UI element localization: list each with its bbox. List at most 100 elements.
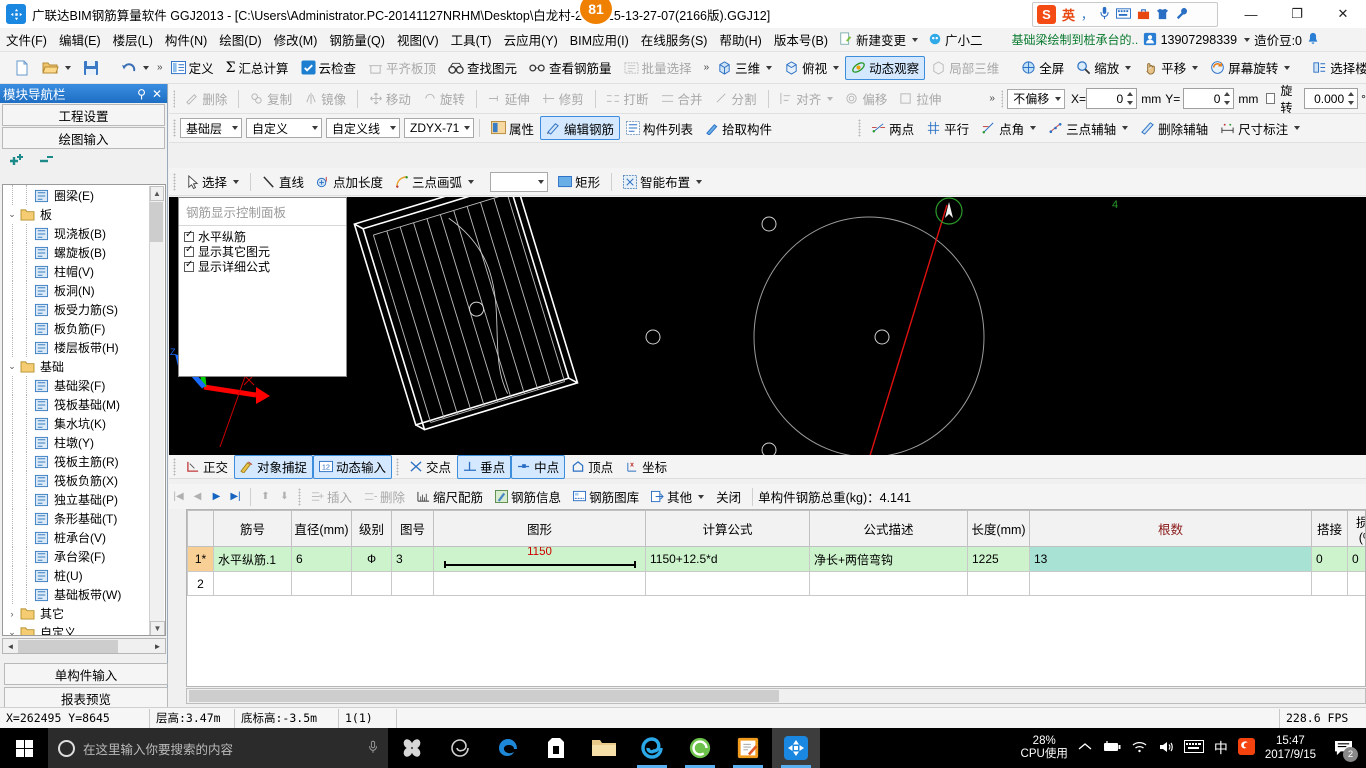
top-view-chevron-down-icon[interactable] [833,65,840,70]
perpendicular-snap-button[interactable]: 垂点 [457,454,512,479]
menu-edit[interactable]: 编辑(E) [53,28,107,51]
dynamic-input-button[interactable]: 12 动态输入 [313,454,393,479]
x-offset-input[interactable]: 0 [1086,88,1138,109]
table-cell-idx[interactable]: 1* [187,546,214,572]
offset-group-grip[interactable] [1000,89,1004,108]
taskbar-app-notepad-edit[interactable] [724,728,772,768]
point-angle-axis-button[interactable]: 点角 [975,116,1042,140]
insert-row-button[interactable]: 插入 [305,485,358,509]
table-header-lap[interactable]: 搭接 [1311,510,1348,547]
smart-layout-button[interactable]: 智能布置 [617,170,708,194]
screen-rotate-button[interactable]: 屏幕旋转 [1204,56,1296,80]
split-button[interactable]: 分割 [709,87,763,111]
table-header-shape[interactable]: 图形 [433,510,646,547]
merge-button[interactable]: 合并 [655,87,709,111]
rotate-input[interactable]: 0.000 [1303,88,1359,109]
point-angle-chevron-down-icon[interactable] [1030,126,1037,130]
bell-icon[interactable] [1306,32,1320,47]
trim-button[interactable]: 修剪 [536,87,590,111]
notification-center-button[interactable]: 2 [1326,728,1360,768]
open-file-button[interactable] [36,56,77,80]
taskbar-clock[interactable]: 15:47 2017/9/15 [1265,734,1316,762]
minimize-button[interactable]: — [1228,0,1274,28]
toolbar-overflow-1[interactable]: » [155,62,165,73]
menu-rebar[interactable]: 钢筋量(Q) [323,28,391,51]
menu-help[interactable]: 帮助(H) [713,28,767,51]
rebar-display-panel[interactable]: 钢筋显示控制面板 水平纵筋 显示其它图元 显示详细公式 [178,197,347,377]
expand-all-icon[interactable] [8,153,28,170]
ime-toolbar[interactable]: S 英 ， [1032,2,1218,27]
checkbox-horizontal-rebar[interactable] [184,229,194,242]
table-header-length[interactable]: 长度(mm) [967,510,1030,547]
tree-node[interactable]: 圈梁(E) [3,186,151,205]
table-header-dia[interactable]: 直径(mm) [291,510,352,547]
move-up-button[interactable]: ⬆ [256,487,275,506]
nav-draw-input-button[interactable]: 绘图输入 [2,127,165,149]
tree-node[interactable]: 承台梁(F) [3,547,151,566]
menu-version[interactable]: 版本号(B) [768,28,834,51]
menu-floor[interactable]: 楼层(L) [107,28,159,51]
pan-chevron-down-icon[interactable] [1192,65,1199,70]
table-cell-loss[interactable]: 0 [1347,546,1365,572]
table-cell-loss[interactable] [1347,571,1365,596]
pan-button[interactable]: 平移 [1137,56,1204,80]
three-point-axis-button[interactable]: 三点辅轴 [1042,116,1134,140]
collapse-all-icon[interactable] [38,153,58,170]
menu-tools[interactable]: 工具(T) [445,28,498,51]
smart-layout-chevron-down-icon[interactable] [696,179,703,184]
tree-node[interactable]: 板负筋(F) [3,319,151,338]
wifi-icon[interactable] [1132,740,1148,756]
toolbar-edit-grip[interactable] [173,89,176,108]
drawing-canvas[interactable]: Z 钢筋显示控制面板 水平纵筋 显示其它图元 [169,197,1366,455]
rotate-button[interactable]: 旋转 [417,87,471,111]
zoom-button[interactable]: 缩放 [1070,56,1137,80]
undo-chevron-down-icon[interactable] [143,65,149,70]
parallel-axis-button[interactable]: 平行 [920,116,975,140]
member-select[interactable]: ZDYX-71 [404,118,474,138]
object-snap-button[interactable]: 对象捕捉 [234,454,314,479]
first-record-button[interactable]: |◀ [169,487,188,506]
mirror-button[interactable]: 镜像 [298,87,352,111]
line-tool-button[interactable]: 直线 [256,170,310,194]
checkbox-show-detail-formula[interactable] [184,259,194,272]
view-3d-chevron-down-icon[interactable] [766,65,773,70]
table-cell-formula[interactable] [645,571,810,596]
rotate-checkbox[interactable] [1266,93,1276,104]
table-cell-shape[interactable]: 1150 [433,546,646,572]
checkbox-show-other-elements[interactable] [184,244,194,257]
hscroll-thumb[interactable] [18,639,118,653]
ime-zh-icon[interactable]: 中 [1214,738,1228,758]
tree-node[interactable]: 螺旋板(B) [3,243,151,262]
taskbar-app-store[interactable] [532,728,580,768]
menu-cloud[interactable]: 云应用(Y) [498,28,564,51]
three-point-arc-chevron-down-icon[interactable] [468,179,475,184]
midpoint-snap-button[interactable]: 中点 [511,454,566,479]
y-offset-input[interactable]: 0 [1183,88,1235,109]
axis-group-grip[interactable] [858,119,862,137]
partial-3d-button[interactable]: 局部三维 [925,56,1005,80]
close-icon[interactable]: ✕ [152,87,162,101]
toolbar-edit-overflow[interactable]: » [987,93,997,104]
offset-mode-select[interactable]: 不偏移 [1007,88,1065,109]
table-row[interactable]: 2 [187,571,1365,596]
move-button[interactable]: 移动 [363,87,417,111]
menu-bim[interactable]: BIM应用(I) [564,28,635,51]
draw-extra-chevron-down-icon[interactable] [538,179,545,184]
windows-start-button[interactable] [0,728,48,768]
table-row[interactable]: 1* 水平纵筋.1 6 Ф 3 1150 1150+12.5*d 净长+两倍弯钩 1225 13 0… [187,546,1365,572]
volume-icon[interactable] [1158,740,1174,757]
category-chevron-down-icon[interactable] [312,126,318,130]
menu-view[interactable]: 视图(V) [391,28,445,51]
tree-node[interactable]: 基础梁(F) [3,376,151,395]
next-record-button[interactable]: ▶ [207,487,226,506]
chevron-up-icon[interactable] [1078,742,1092,755]
type-select[interactable]: 自定义线 [326,118,400,138]
table-cell-no[interactable]: 3 [391,546,434,572]
offset-mode-chevron-down-icon[interactable] [1054,96,1061,101]
scroll-up-button[interactable]: ▲ [150,186,164,201]
menu-draw[interactable]: 绘图(D) [213,28,267,51]
table-header-grade[interactable]: 级别 [351,510,392,547]
properties-button[interactable]: 属性 [485,116,540,140]
extend-button[interactable]: 延伸 [482,87,536,111]
table-cell-dia[interactable]: 6 [291,546,352,572]
